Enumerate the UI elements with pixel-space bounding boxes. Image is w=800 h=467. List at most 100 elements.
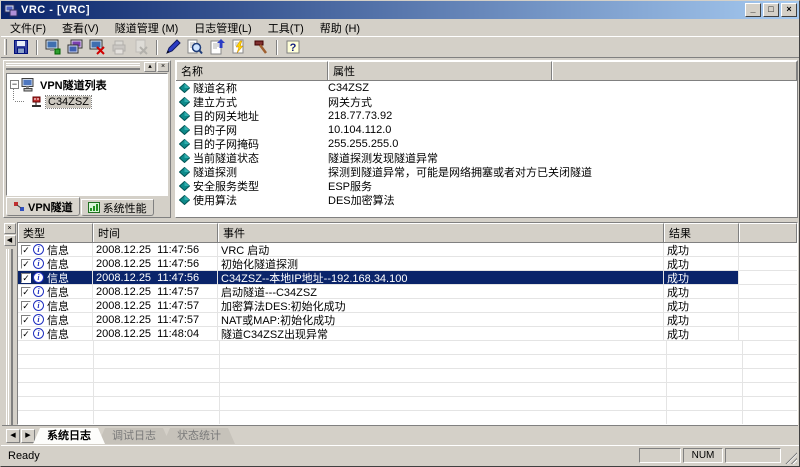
menu-item[interactable]: 工具(T) [260,19,312,37]
search-button[interactable] [184,38,206,57]
maximize-button[interactable]: □ [763,3,779,17]
log-checkbox[interactable]: ✓ [21,314,31,325]
log-event: 初始化隧道探测 [218,257,664,271]
log-row[interactable]: ✓ i 信息 2008.12.25 11:48:04 隧道C34ZSZ出现异常 … [18,327,797,341]
log-row[interactable]: ✓ i 信息 2008.12.25 11:47:57 NAT或MAP:初始化成功… [18,313,797,327]
property-row[interactable]: 目的子网掩码 255.255.255.0 [176,137,797,151]
left-panel-tab[interactable]: VPN隧道 [6,197,80,216]
property-value: C34ZSZ [328,82,369,94]
tree-item-tunnel[interactable]: C34ZSZ [9,93,167,110]
property-row[interactable]: 目的网关地址 218.77.73.92 [176,109,797,123]
vpn-tab-icon [14,202,24,211]
log-config-icon [232,39,244,54]
property-row[interactable]: 当前隧道状态 隧道探测发现隧道异常 [176,151,797,165]
log-row[interactable]: ✓ i 信息 2008.12.25 11:47:57 加密算法DES:初始化成功… [18,299,797,313]
log-type: 信息 [47,272,69,285]
log-row[interactable]: ✓ i 信息 2008.12.25 11:47:56 初始化隧道探测 成功 [18,257,797,271]
help-button[interactable]: ? [276,38,304,57]
tunnel-properties-panel: 名称 属性 隧道名称 C34ZSZ 建立方式 网关方式 目的网关地址 218.7… [175,60,798,218]
status-bar: Ready NUM [1,445,799,466]
new-tunnel-button[interactable] [36,38,64,57]
menu-item[interactable]: 日志管理(L) [186,19,259,37]
log-checkbox[interactable]: ✓ [21,300,31,311]
log-checkbox[interactable]: ✓ [21,244,31,255]
log-sheet-tab[interactable]: 调试日志 [98,428,170,444]
log-collapse-button[interactable]: ◀ [3,235,16,246]
info-icon: i [33,300,44,311]
app-window: VRC - [VRC] _ □ × 文件(F) 查看(V) 隧道管理 (M) 日志管理… [0,0,800,467]
log-row[interactable]: ✓ i 信息 2008.12.25 11:47:57 启动隧道---C34ZSZ… [18,285,797,299]
property-row[interactable]: 目的子网 10.104.112.0 [176,123,797,137]
log-type: 信息 [47,286,69,299]
log-time: 2008.12.25 11:47:56 [93,243,218,257]
tools-hammer-button[interactable] [250,38,272,57]
panel-minimize-button[interactable]: ▴ [144,61,156,72]
property-row[interactable]: 安全服务类型 ESP服务 [176,179,797,193]
tree-root-item[interactable]: − VPN隧道列表 [9,76,167,93]
tab-scroll-left-button[interactable]: ◀ [6,429,20,443]
menu-bar: 文件(F) 查看(V) 隧道管理 (M) 日志管理(L) 工具(T) 帮助 (H) [1,19,799,36]
menu-item[interactable]: 查看(V) [54,19,107,37]
info-icon: i [33,244,44,255]
tunnel-manage-button[interactable] [64,38,86,57]
log-time: 2008.12.25 11:47:56 [93,271,218,285]
tree-expand-icon[interactable]: − [10,80,19,89]
export-log-button[interactable] [206,38,228,57]
property-row[interactable]: 隧道名称 C34ZSZ [176,81,797,95]
properties-list: 隧道名称 C34ZSZ 建立方式 网关方式 目的网关地址 218.77.73.9… [176,81,797,217]
log-time: 2008.12.25 11:48:04 [93,327,218,341]
log-type: 信息 [47,244,69,257]
print-button[interactable] [108,38,130,57]
vpn-tunnel-tree: − VPN隧道列表 C34ZSZ [6,73,168,196]
minimize-button[interactable]: _ [745,3,761,17]
log-checkbox[interactable]: ✓ [21,258,31,269]
close-button[interactable]: × [781,3,797,17]
log-table: 类型 时间 事件 结果 ✓ i 信息 2008.12.25 11:47:56 V… [17,222,798,425]
column-header-type[interactable]: 类型 [18,223,93,242]
column-header-value[interactable]: 属性 [328,61,552,80]
save-button[interactable] [10,38,32,57]
search-icon [187,39,203,55]
log-sheet-tab[interactable]: 系统日志 [33,428,105,444]
log-row[interactable]: ✓ i 信息 2008.12.25 11:47:56 VRC 启动 成功 [18,243,797,257]
log-header: 类型 时间 事件 结果 [18,223,797,243]
log-panel-strip: × ◀ [2,222,17,425]
log-checkbox[interactable]: ✓ [21,272,31,283]
info-icon: i [33,258,44,269]
info-icon: i [33,328,44,339]
property-row[interactable]: 使用算法 DES加密算法 [176,193,797,207]
log-type: 信息 [47,300,69,313]
column-header-result[interactable]: 结果 [664,223,739,242]
property-row[interactable]: 建立方式 网关方式 [176,95,797,109]
log-sheet-tab[interactable]: 状态统计 [163,428,235,444]
log-row[interactable]: ✓ i 信息 2008.12.25 11:47:56 C34ZSZ--本地IP地… [18,271,797,285]
computer-icon [21,77,34,91]
log-result: 成功 [664,243,739,257]
log-close-button[interactable]: × [3,223,16,234]
toolbar-grip[interactable] [4,39,7,55]
column-header-name[interactable]: 名称 [176,61,328,80]
clear-log-button[interactable] [130,38,152,57]
log-time: 2008.12.25 11:47:57 [93,299,218,313]
column-header-time[interactable]: 时间 [93,223,218,242]
tab-scroll-right-button[interactable]: ▶ [21,429,35,443]
left-panel-tab[interactable]: 系统性能 [80,199,154,216]
log-config-button[interactable] [228,38,250,57]
panel-grip[interactable]: ▴ × [4,61,170,72]
tools-hammer-icon [254,40,267,54]
property-node-icon [179,83,190,93]
log-checkbox[interactable]: ✓ [21,328,31,339]
log-panel-grip[interactable] [6,249,13,425]
delete-tunnel-button[interactable] [86,38,108,57]
log-checkbox[interactable]: ✓ [21,286,31,297]
connect-pen-icon [166,39,181,54]
connect-pen-button[interactable] [156,38,184,57]
tunnel-manage-icon [67,39,83,54]
menu-item[interactable]: 帮助 (H) [312,19,368,37]
menu-item[interactable]: 文件(F) [2,19,54,37]
resize-grip[interactable] [784,451,797,464]
menu-item[interactable]: 隧道管理 (M) [107,19,187,37]
column-header-event[interactable]: 事件 [218,223,664,242]
panel-close-button[interactable]: × [157,61,169,72]
property-row[interactable]: 隧道探测 探测到隧道异常，可能是网络拥塞或者对方已关闭隧道 [176,165,797,179]
